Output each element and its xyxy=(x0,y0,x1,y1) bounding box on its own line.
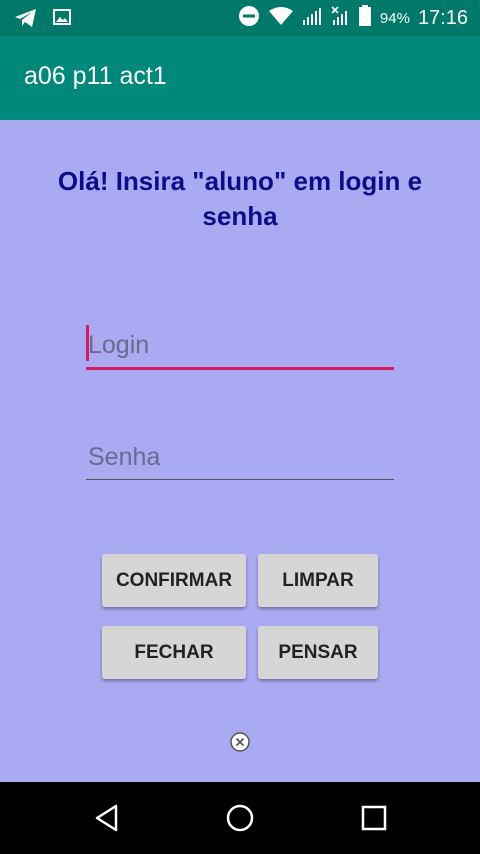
battery-percent: 94% xyxy=(379,9,410,27)
close-circle-icon[interactable] xyxy=(230,732,250,752)
login-input[interactable] xyxy=(86,323,396,367)
wifi-icon xyxy=(268,6,294,30)
pensar-button[interactable]: PENSAR xyxy=(258,626,378,679)
app-bar: a06 p11 act1 xyxy=(0,36,480,120)
recents-icon[interactable] xyxy=(358,802,390,834)
back-icon[interactable] xyxy=(92,802,124,834)
home-icon[interactable] xyxy=(224,802,256,834)
status-bar: 94% 17:16 xyxy=(0,0,480,36)
confirmar-button[interactable]: CONFIRMAR xyxy=(102,554,246,607)
telegram-icon xyxy=(14,7,38,33)
login-field-container xyxy=(86,323,396,370)
signal-icon xyxy=(302,6,322,30)
image-icon xyxy=(52,7,72,33)
senha-input[interactable] xyxy=(86,435,396,479)
dnd-icon xyxy=(238,5,260,31)
fechar-button[interactable]: FECHAR xyxy=(102,626,246,679)
signal-x-icon xyxy=(330,5,350,31)
page-headline: Olá! Insira "aluno" em login e senha xyxy=(57,166,423,231)
main-content: Olá! Insira "aluno" em login e senha CON… xyxy=(0,120,480,782)
limpar-button[interactable]: LIMPAR xyxy=(258,554,378,607)
senha-field-container xyxy=(86,435,396,480)
clock: 17:16 xyxy=(417,6,468,29)
navigation-bar xyxy=(0,782,480,854)
app-title: a06 p11 act1 xyxy=(24,62,167,90)
battery-icon xyxy=(358,5,372,31)
